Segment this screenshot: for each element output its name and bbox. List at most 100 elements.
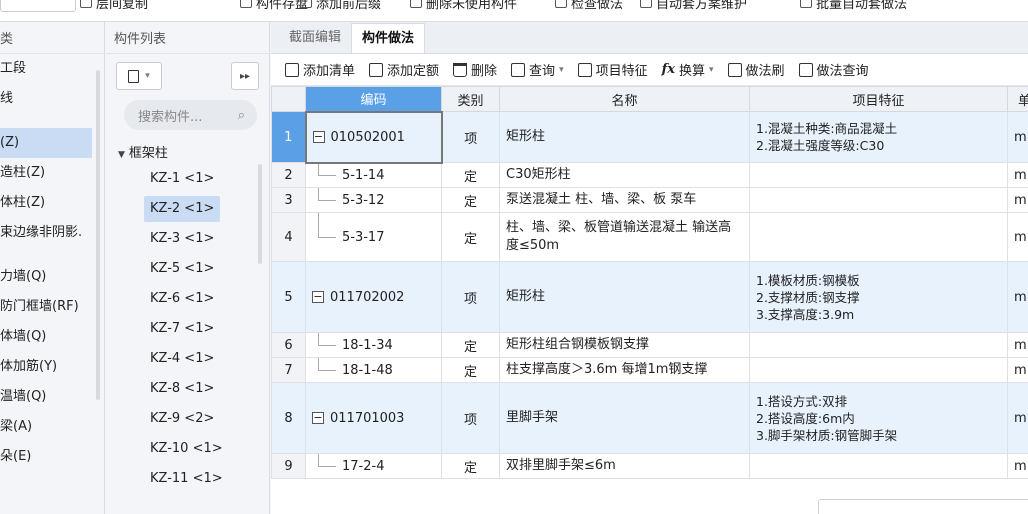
table-row[interactable]: 9 17-2-4 定双排里脚手架≤6m m [271,453,1028,479]
column-header[interactable]: 编码 [305,86,442,112]
component-item[interactable]: KZ-5 <1> [106,256,269,286]
unit-cell[interactable]: m [1007,453,1028,479]
unit-cell[interactable]: m [1007,357,1028,383]
code-cell[interactable]: −010502001 [304,110,443,164]
component-item[interactable]: KZ-10 <1> [106,436,269,466]
top-btn-4[interactable]: 检查做法 [555,0,623,12]
component-item[interactable]: KZ-3 <1> [106,226,269,256]
table-row[interactable]: 3 5-3-12 定泵送混凝土 柱、墙、梁、板 泵车 m [271,187,1028,213]
table-row[interactable]: 4 5-3-17 定柱、墙、梁、板管道输送混凝土 输送高度≤50m m [271,212,1028,262]
feature-cell[interactable]: 1.搭设方式:双排 2.搭设高度:6m内 3.脚手架材质:钢管脚手架 [749,382,1008,454]
collapse-minus-icon[interactable]: − [312,291,324,303]
action-button-5[interactable]: fx 换算 ▾ [662,60,714,79]
component-item[interactable]: KZ-4 <1> [106,346,269,376]
component-item[interactable]: KZ-1 <1> [106,166,269,196]
tree-item[interactable]: 防门框墙(RF) [0,292,104,322]
type-cell[interactable]: 定 [441,162,500,188]
type-cell[interactable]: 定 [441,453,500,479]
list-scrollbar[interactable] [258,164,262,264]
code-cell[interactable]: −011701003 [305,382,442,454]
unit-cell[interactable]: m [1007,261,1028,333]
name-cell[interactable]: C30矩形柱 [499,162,750,188]
new-component-button[interactable]: ▾ [116,62,162,90]
top-btn-3[interactable]: 删除未使用构件 [410,0,517,12]
code-cell[interactable]: 18-1-34 [305,332,442,358]
tree-item[interactable]: 体加筋(Y) [0,352,104,382]
tree-item[interactable]: 力墙(Q) [0,262,104,292]
component-item[interactable]: KZ-7 <1> [106,316,269,346]
tree-item[interactable]: 工段 [0,54,104,84]
top-btn-5[interactable]: 自动套方案维护 [640,0,747,12]
action-button-3[interactable]: 查询 ▾ [511,60,564,79]
code-cell[interactable]: −011702002 [305,261,442,333]
action-button-7[interactable]: 做法查询 [798,60,869,79]
action-button-6[interactable]: 做法刷 [727,60,785,79]
name-cell[interactable]: 里脚手架 [499,382,750,454]
code-cell[interactable]: 5-1-14 [305,162,442,188]
component-search-input[interactable]: 搜索构件... ⌕ [124,100,257,130]
table-row[interactable]: 7 18-1-48 定柱支撑高度＞3.6m 每增1m钢支撑 m [271,357,1028,383]
table-row[interactable]: 5−011702002 项矩形柱 1.模板材质:钢模板 2.支撑材质:钢支撑 3.支撑高… [271,261,1028,333]
type-cell[interactable]: 定 [441,212,500,262]
column-header[interactable]: 名称 [499,86,750,112]
table-row[interactable]: 2 5-1-14 定 C30矩形柱 m [271,162,1028,188]
top-btn-1[interactable]: 构件存盘 [240,0,308,12]
type-cell[interactable]: 项 [441,111,500,163]
name-cell[interactable]: 矩形柱 [499,111,750,163]
code-cell[interactable]: 5-3-12 [305,187,442,213]
type-cell[interactable]: 项 [441,261,500,333]
component-item[interactable]: KZ-6 <1> [106,286,269,316]
type-cell[interactable]: 定 [441,357,500,383]
type-cell[interactable]: 定 [441,332,500,358]
top-btn-2[interactable]: 添加前后缀 [300,0,381,12]
feature-cell[interactable] [749,332,1008,358]
feature-cell[interactable]: 1.模板材质:钢模板 2.支撑材质:钢支撑 3.支撑高度:3.9m [749,261,1008,333]
type-cell[interactable]: 定 [441,187,500,213]
name-cell[interactable]: 双排里脚手架≤6m [499,453,750,479]
type-cell[interactable]: 项 [441,382,500,454]
tree-item[interactable] [0,114,104,128]
unit-cell[interactable]: m [1007,332,1028,358]
action-button-0[interactable]: 添加清单 [285,60,355,79]
tree-item[interactable]: 造柱(Z) [0,158,104,188]
code-cell[interactable]: 18-1-48 [305,357,442,383]
expand-button[interactable]: ▸▸ [231,62,259,90]
top-btn-0[interactable]: 层间复制 [80,0,148,12]
tab-0[interactable]: 截面编辑 [279,23,351,53]
name-cell[interactable]: 矩形柱组合钢模板钢支撑 [499,332,750,358]
table-row[interactable]: 8−011701003 项里脚手架 1.搭设方式:双排 2.搭设高度:6m内 3.脚手架… [271,382,1028,454]
unit-cell[interactable]: m [1007,382,1028,454]
component-item[interactable]: KZ-11 <1> [106,466,269,496]
component-item[interactable]: KZ-8 <1> [106,376,269,406]
collapse-minus-icon[interactable]: − [312,131,325,143]
code-cell[interactable]: 5-3-17 [305,212,442,262]
tree-scrollbar[interactable] [96,70,100,400]
unit-cell[interactable]: m [1007,162,1028,188]
feature-cell[interactable]: 1.混凝土种类:商品混凝土 2.混凝土强度等级:C30 [749,111,1008,163]
unit-cell[interactable]: m [1007,212,1028,262]
name-cell[interactable]: 矩形柱 [499,261,750,333]
feature-cell[interactable] [749,187,1008,213]
collapse-minus-icon[interactable]: − [312,412,324,424]
tree-item[interactable]: 体墙(Q) [0,322,104,352]
component-item[interactable]: KZ-9 <2> [106,406,269,436]
tree-item[interactable]: 束边缘非阴影. [0,218,104,248]
column-header[interactable]: 单 [1007,86,1028,112]
feature-cell[interactable] [749,357,1008,383]
name-cell[interactable]: 柱支撑高度＞3.6m 每增1m钢支撑 [499,357,750,383]
table-row[interactable]: 1−010502001 项矩形柱 1.混凝土种类:商品混凝土 2.混凝土强度等级:C3… [271,110,1028,164]
name-cell[interactable]: 泵送混凝土 柱、墙、梁、板 泵车 [499,187,750,213]
tree-item[interactable]: 线 [0,84,104,114]
floor-select[interactable] [0,0,76,12]
column-header[interactable]: 类别 [441,86,500,112]
feature-cell[interactable] [749,453,1008,479]
tree-group-frame-column[interactable]: ▼ 框架柱 [106,142,269,166]
action-button-1[interactable]: 添加定额 [369,60,439,79]
feature-cell[interactable] [749,162,1008,188]
action-button-4[interactable]: 项目特征 [577,60,648,79]
unit-cell[interactable]: m [1007,187,1028,213]
tree-item[interactable]: 梁(A) [0,412,104,442]
feature-cell[interactable] [749,212,1008,262]
code-cell[interactable]: 17-2-4 [305,453,442,479]
column-header[interactable]: 项目特征 [749,86,1008,112]
